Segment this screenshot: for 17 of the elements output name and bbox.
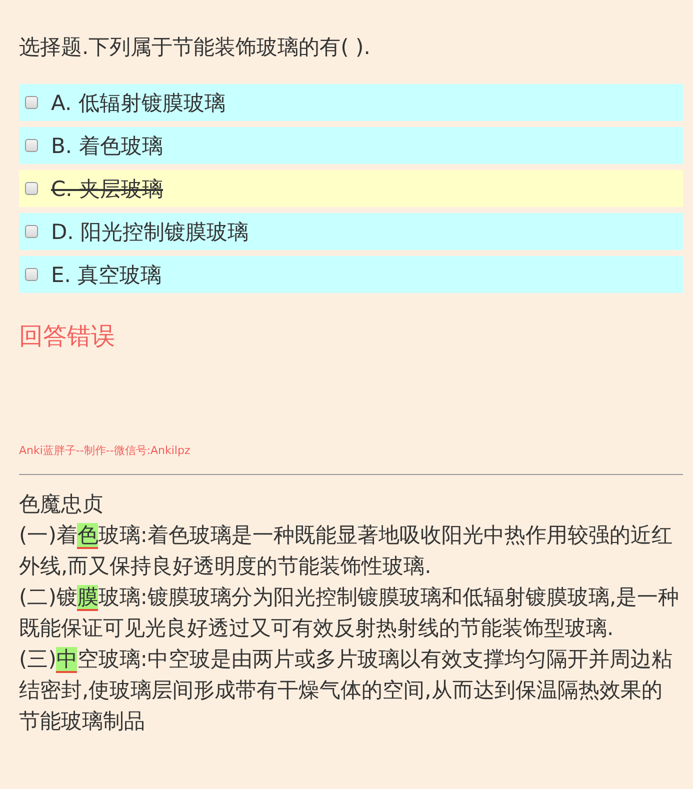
result-text: 回答错误	[19, 321, 116, 351]
checkbox[interactable]	[25, 96, 38, 109]
answer-option[interactable]: A. 低辐射镀膜玻璃	[19, 84, 683, 121]
checkbox[interactable]	[25, 182, 38, 195]
checkbox[interactable]	[25, 139, 38, 152]
explanation-paragraph: (一)着色玻璃:着色玻璃是一种既能显著地吸收阳光中热作用较强的近红外线,而又保持良好透明度的节能装饰性玻璃.	[19, 522, 674, 580]
explanation-paragraph: (二)镀膜玻璃:镀膜玻璃分为阳光控制镀膜玻璃和低辐射镀膜玻璃,是一种既能保证可见光良好透过又可有效反射热射线的节能装饰型玻璃.	[19, 584, 680, 642]
explanation-paragraph: 色魔忠贞	[19, 491, 104, 518]
answer-option[interactable]: D. 阳光控制镀膜玻璃	[19, 213, 683, 250]
answer-option[interactable]: B. 着色玻璃	[19, 127, 683, 164]
question-text: 选择题.下列属于节能装饰玻璃的有( ).	[19, 34, 372, 60]
checkbox[interactable]	[25, 268, 38, 281]
answer-option[interactable]: C. 夹层玻璃	[19, 170, 683, 207]
explanation-paragraph: (三)中空玻璃:中空玻是由两片或多片玻璃以有效支撑均匀隔开并周边粘结密封,使玻璃层间形成带有干燥气体的空间,从而达到保温隔热效果的节能玻璃制品	[19, 646, 674, 735]
answer-option[interactable]: E. 真空玻璃	[19, 256, 683, 293]
credit-text: Anki蓝胖子--制作--微信号:Ankilpz	[19, 443, 192, 458]
checkbox[interactable]	[25, 225, 38, 238]
